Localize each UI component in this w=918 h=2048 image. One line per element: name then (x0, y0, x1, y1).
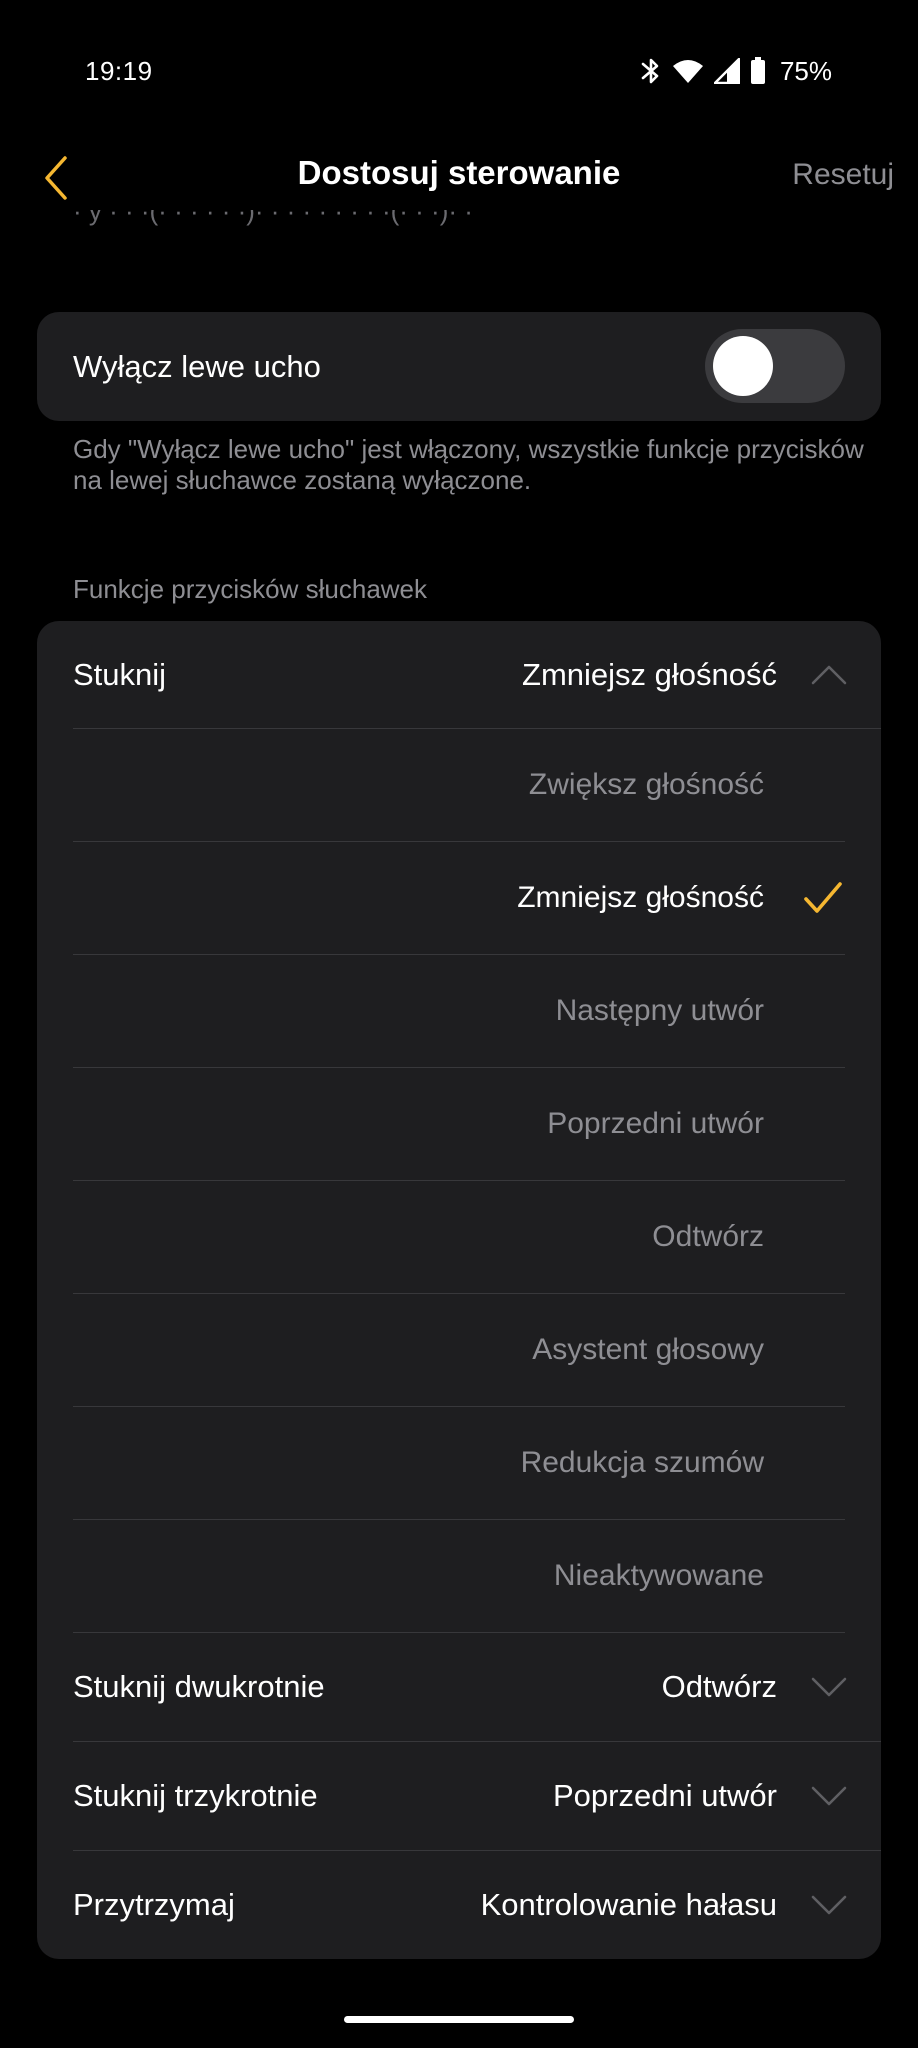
option-increase-volume[interactable]: Zwiększ głośność (37, 729, 881, 841)
status-icons: 75% (640, 54, 832, 88)
chevron-down-icon (811, 1895, 847, 1915)
disable-left-ear-card: Wyłącz lewe ucho (37, 312, 881, 421)
battery-level: 75% (779, 55, 832, 86)
reset-button[interactable]: Resetuj (792, 158, 894, 192)
option-decrease-volume[interactable]: Zmniejsz głośność (37, 842, 881, 954)
function-row-value: Zmniejsz głośność (522, 657, 777, 692)
disable-left-ear-description: Gdy "Wyłącz lewe ucho" jest włączony, ws… (73, 434, 864, 495)
function-row-triple-tap[interactable]: Stuknij trzykrotnie Poprzedni utwór (37, 1742, 881, 1850)
scrolled-text: · y · · ·(· · · · · ·)· · · · · · · · ·(… (73, 210, 473, 226)
home-indicator[interactable] (344, 2016, 574, 2023)
toggle-knob (713, 336, 773, 396)
page-title: Dostosuj sterowanie (297, 154, 621, 191)
option-previous-track[interactable]: Poprzedni utwór (37, 1068, 881, 1180)
option-label: Nieaktywowane (553, 1559, 764, 1592)
function-row-label: Stuknij dwukrotnie (73, 1669, 325, 1704)
option-not-activated[interactable]: Nieaktywowane (37, 1520, 881, 1632)
option-label: Odtwórz (652, 1220, 764, 1253)
status-bar: 19:19 75% (0, 0, 918, 148)
option-label: Redukcja szumów (520, 1446, 764, 1479)
option-voice-assistant[interactable]: Asystent głosowy (37, 1294, 881, 1406)
function-row-value: Odtwórz (661, 1669, 777, 1704)
option-play[interactable]: Odtwórz (37, 1181, 881, 1293)
scrolled-text-fragment: · y · · ·(· · · · · ·)· · · · · · · · ·(… (73, 210, 673, 238)
bluetooth-icon (640, 56, 662, 86)
disable-left-ear-toggle[interactable] (705, 329, 845, 403)
function-row-hold[interactable]: Przytrzymaj Kontrolowanie hałasu (37, 1851, 881, 1959)
option-label: Zmniejsz głośność (517, 881, 764, 914)
chevron-down-icon (811, 1677, 847, 1697)
function-row-value: Poprzedni utwór (552, 1778, 777, 1813)
option-label: Asystent głosowy (532, 1333, 764, 1366)
function-row-tap[interactable]: Stuknij Zmniejsz głośność (37, 621, 881, 729)
signal-icon (713, 58, 740, 84)
chevron-down-icon (811, 1786, 847, 1806)
button-functions-card: Stuknij Zmniejsz głośność Zwiększ głośno… (37, 621, 881, 1959)
disable-left-ear-label: Wyłącz lewe ucho (73, 349, 321, 384)
function-row-label: Stuknij trzykrotnie (73, 1778, 318, 1813)
status-time: 19:19 (85, 56, 153, 86)
function-row-label: Stuknij (73, 657, 167, 692)
option-label: Następny utwór (555, 994, 764, 1027)
chevron-up-icon (811, 665, 847, 685)
option-noise-reduction[interactable]: Redukcja szumów (37, 1407, 881, 1519)
checkmark-icon (804, 882, 842, 913)
wifi-icon (672, 58, 704, 84)
function-row-label: Przytrzymaj (73, 1887, 235, 1922)
battery-icon (750, 57, 766, 85)
option-label: Zwiększ głośność (528, 768, 764, 801)
function-row-value: Kontrolowanie hałasu (480, 1887, 777, 1922)
section-header: Funkcje przycisków słuchawek (73, 574, 428, 604)
function-row-double-tap[interactable]: Stuknij dwukrotnie Odtwórz (37, 1633, 881, 1741)
option-next-track[interactable]: Następny utwór (37, 955, 881, 1067)
option-label: Poprzedni utwór (547, 1107, 764, 1140)
